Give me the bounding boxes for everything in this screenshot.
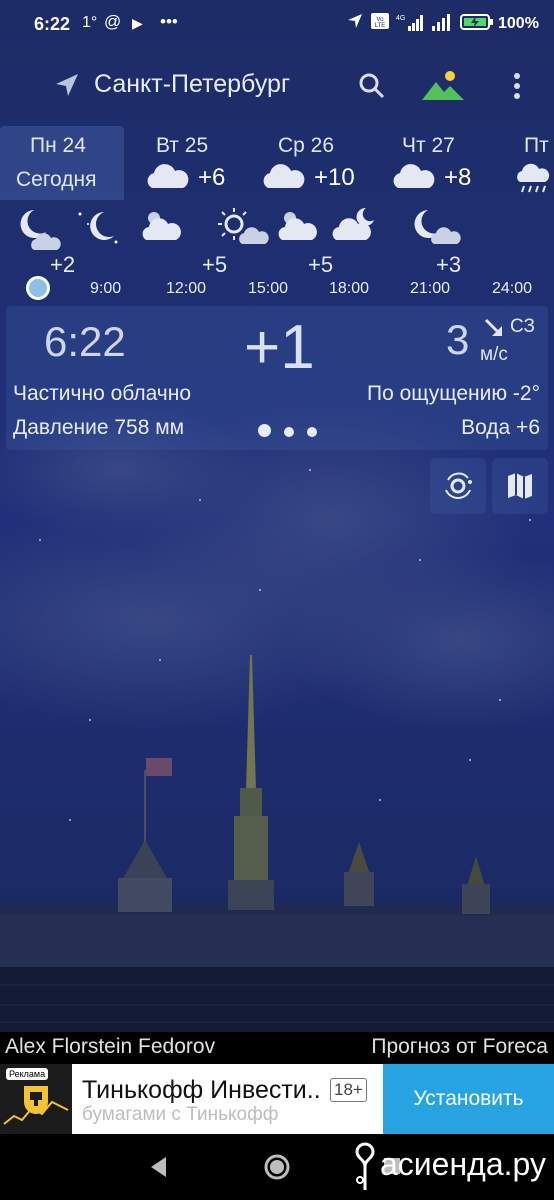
- location-icon: [346, 12, 364, 35]
- sun-cloud-icon: [140, 206, 190, 247]
- current-time-marker: [26, 276, 50, 300]
- home-icon[interactable]: [262, 1152, 292, 1187]
- battery-icon: [460, 12, 494, 37]
- moon-stars-icon: [74, 206, 120, 251]
- day-temp: +6: [198, 164, 226, 191]
- city-name[interactable]: Санкт-Петербург: [94, 70, 290, 99]
- at-icon: @: [104, 12, 122, 31]
- hourly-time: 21:00: [410, 280, 451, 297]
- water-temp: Вода +6: [461, 416, 540, 439]
- status-bar: 6:22 1° @ ▶ ••• Vo LTE 4G 100%: [0, 0, 554, 50]
- ad-banner[interactable]: Реклама бумагами с Тинькофф Тинькофф Инв…: [0, 1064, 554, 1134]
- day-tab[interactable]: Вт 25 +6: [124, 126, 246, 200]
- landscape-icon[interactable]: [420, 68, 466, 104]
- day-name: Ср 26: [278, 134, 335, 157]
- ad-image: Реклама: [0, 1064, 72, 1134]
- credits-bar: Alex Florstein Fedorov Прогноз от Foreca: [0, 1032, 554, 1064]
- signal-4g-icon: 4G: [396, 12, 424, 37]
- hourly-time: 15:00: [248, 280, 289, 297]
- sun-cloud-icon: [218, 206, 274, 251]
- status-time: 6:22: [34, 14, 71, 34]
- moon-cloud-icon: [414, 206, 464, 251]
- pressure: Давление 758 мм: [13, 416, 185, 439]
- hourly-temp: +5: [308, 252, 334, 277]
- rain-cloud-icon: [514, 162, 554, 203]
- map-button[interactable]: [492, 458, 548, 514]
- day-temp: +8: [444, 164, 472, 191]
- day-subtitle: Сегодня: [16, 168, 97, 191]
- watermark-logo-icon: [350, 1140, 380, 1199]
- current-weather-card[interactable]: 6:22 +1 3 СЗ м/с Частично облачно По ощу…: [6, 306, 548, 450]
- battery-percent: 100%: [498, 15, 539, 32]
- page-indicator: [258, 424, 330, 442]
- sun-orbit-icon: [445, 472, 472, 499]
- day-tab-today[interactable]: Пн 24 Сегодня: [0, 126, 124, 200]
- watermark: асиенда.ру: [380, 1146, 546, 1182]
- photo-credit[interactable]: Alex Florstein Fedorov: [5, 1035, 215, 1059]
- day-tab[interactable]: Чт 27 +8: [370, 126, 494, 200]
- cloud-icon: [390, 162, 436, 195]
- wind-direction-arrow-icon: [482, 316, 506, 340]
- hourly-time: 12:00: [166, 280, 207, 297]
- system-nav-bar: асиенда.ру: [0, 1134, 554, 1200]
- volte-icon: Vo LTE: [370, 12, 390, 35]
- weather-description: Частично облачно: [13, 382, 192, 405]
- cloud-icon: [260, 162, 306, 195]
- day-tab[interactable]: Пт: [494, 126, 554, 200]
- hourly-temp: +5: [202, 252, 228, 277]
- sun-cloud-icon: [276, 206, 326, 247]
- day-tab[interactable]: Ср 26 +10: [246, 126, 370, 200]
- hourly-time: 24:00: [492, 280, 533, 297]
- more-menu-icon[interactable]: [506, 70, 528, 102]
- hourly-temp: +2: [50, 252, 76, 277]
- hourly-forecast: +2 +5 +5 +3 9:00 12:00 15:00 18:00 21:00…: [0, 202, 554, 302]
- back-icon[interactable]: [148, 1154, 170, 1185]
- day-name: Чт 27: [402, 134, 455, 157]
- cloud-icon: [144, 162, 190, 195]
- ad-age-rating: 18+: [330, 1078, 367, 1102]
- feels-like: По ощущению -2°: [366, 382, 540, 405]
- page-dot-active: [258, 424, 271, 437]
- day-name: Пт: [524, 134, 549, 157]
- hourly-temp: +3: [436, 252, 462, 277]
- ad-title: Тинькофф Инвести..: [82, 1076, 321, 1104]
- signal-icon: [430, 12, 452, 37]
- ad-badge: Реклама: [6, 1068, 49, 1080]
- svg-text:LTE: LTE: [375, 23, 386, 29]
- page-dot: [307, 427, 317, 437]
- toolbar: Санкт-Петербург: [0, 60, 554, 112]
- current-temp: +1: [244, 313, 315, 382]
- day-name: Пн 24: [30, 134, 86, 157]
- sun-orbit-button[interactable]: [430, 458, 486, 514]
- wind-direction: СЗ: [510, 316, 535, 337]
- play-icon: ▶: [132, 15, 143, 31]
- days-strip: Пн 24 Сегодня Вт 25 +6 Ср 26 +10 Чт 27 +…: [0, 126, 554, 200]
- map-icon: [508, 473, 532, 499]
- wind-unit: м/с: [480, 344, 508, 365]
- wind-speed: 3: [446, 316, 470, 363]
- install-button[interactable]: Установить: [383, 1064, 554, 1134]
- more-notifications-icon: •••: [160, 12, 178, 31]
- moon-cloud-icon: [330, 206, 380, 247]
- status-temp: 1°: [82, 14, 98, 31]
- moon-cloud-icon: [12, 206, 66, 257]
- hourly-time: 9:00: [90, 280, 122, 297]
- hourly-time: 18:00: [329, 280, 370, 297]
- search-icon[interactable]: [356, 70, 388, 102]
- day-name: Вт 25: [156, 134, 209, 157]
- forecast-credit[interactable]: Прогноз от Foreca: [371, 1035, 548, 1059]
- current-time: 6:22: [44, 318, 126, 365]
- page-dot: [284, 427, 294, 437]
- navigation-arrow-icon[interactable]: [52, 70, 82, 100]
- ad-subtitle: бумагами с Тинькофф: [82, 1104, 279, 1125]
- svg-text:4G: 4G: [396, 15, 405, 22]
- day-temp: +10: [314, 164, 355, 191]
